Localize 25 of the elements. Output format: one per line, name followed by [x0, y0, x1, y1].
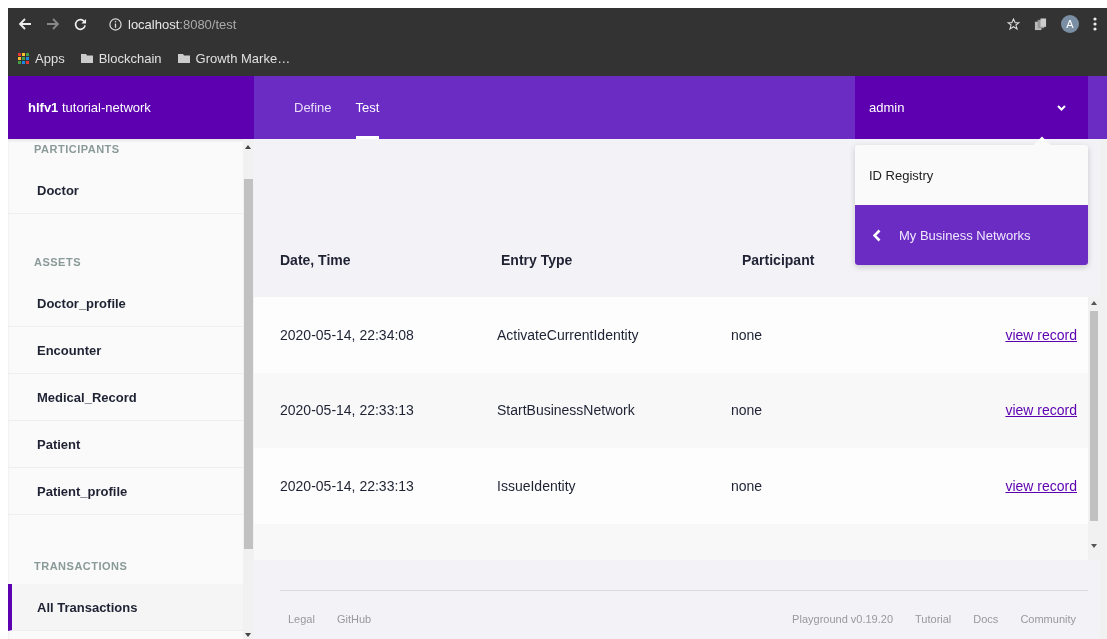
- bookmark[interactable]: Growth Marke…: [177, 50, 291, 66]
- section-heading: TRANSACTIONS: [33, 559, 129, 574]
- bookmark[interactable]: Apps: [18, 50, 65, 66]
- bookmark[interactable]: Blockchain: [80, 50, 162, 66]
- participant-cell-text: none: [731, 402, 764, 419]
- view-record-link[interactable]: view record: [1005, 402, 1077, 419]
- section-heading: ASSETS: [33, 255, 82, 270]
- menu-item[interactable]: ID Registry: [855, 145, 1088, 205]
- menu-item[interactable]: My Business Networks: [855, 205, 1088, 265]
- view-record-link[interactable]: view record: [1005, 326, 1077, 343]
- date-time-cell-text: 2020-05-14, 22:33:13: [280, 402, 415, 419]
- app-title: hlfv1 tutorial-network: [28, 100, 151, 115]
- view-record-link[interactable]: view record: [1005, 477, 1077, 494]
- address-bar-url[interactable]: localhost:8080/test: [128, 16, 237, 32]
- sidebar-item[interactable]: All Transactions: [8, 584, 243, 631]
- user-dropdown[interactable]: admin: [855, 76, 1088, 139]
- participant-cell-text: none: [731, 326, 764, 343]
- menu-item-label: My Business Networks: [899, 227, 1031, 243]
- participant-cell-text: none: [731, 477, 764, 494]
- nav-tab[interactable]: Define: [282, 76, 344, 139]
- section-heading: PARTICIPANTS: [33, 142, 121, 157]
- column-header: Date, Time: [280, 252, 352, 268]
- column-header: Entry Type: [501, 252, 574, 268]
- column-header: Participant: [741, 252, 816, 268]
- nav-tab[interactable]: Test: [343, 76, 392, 139]
